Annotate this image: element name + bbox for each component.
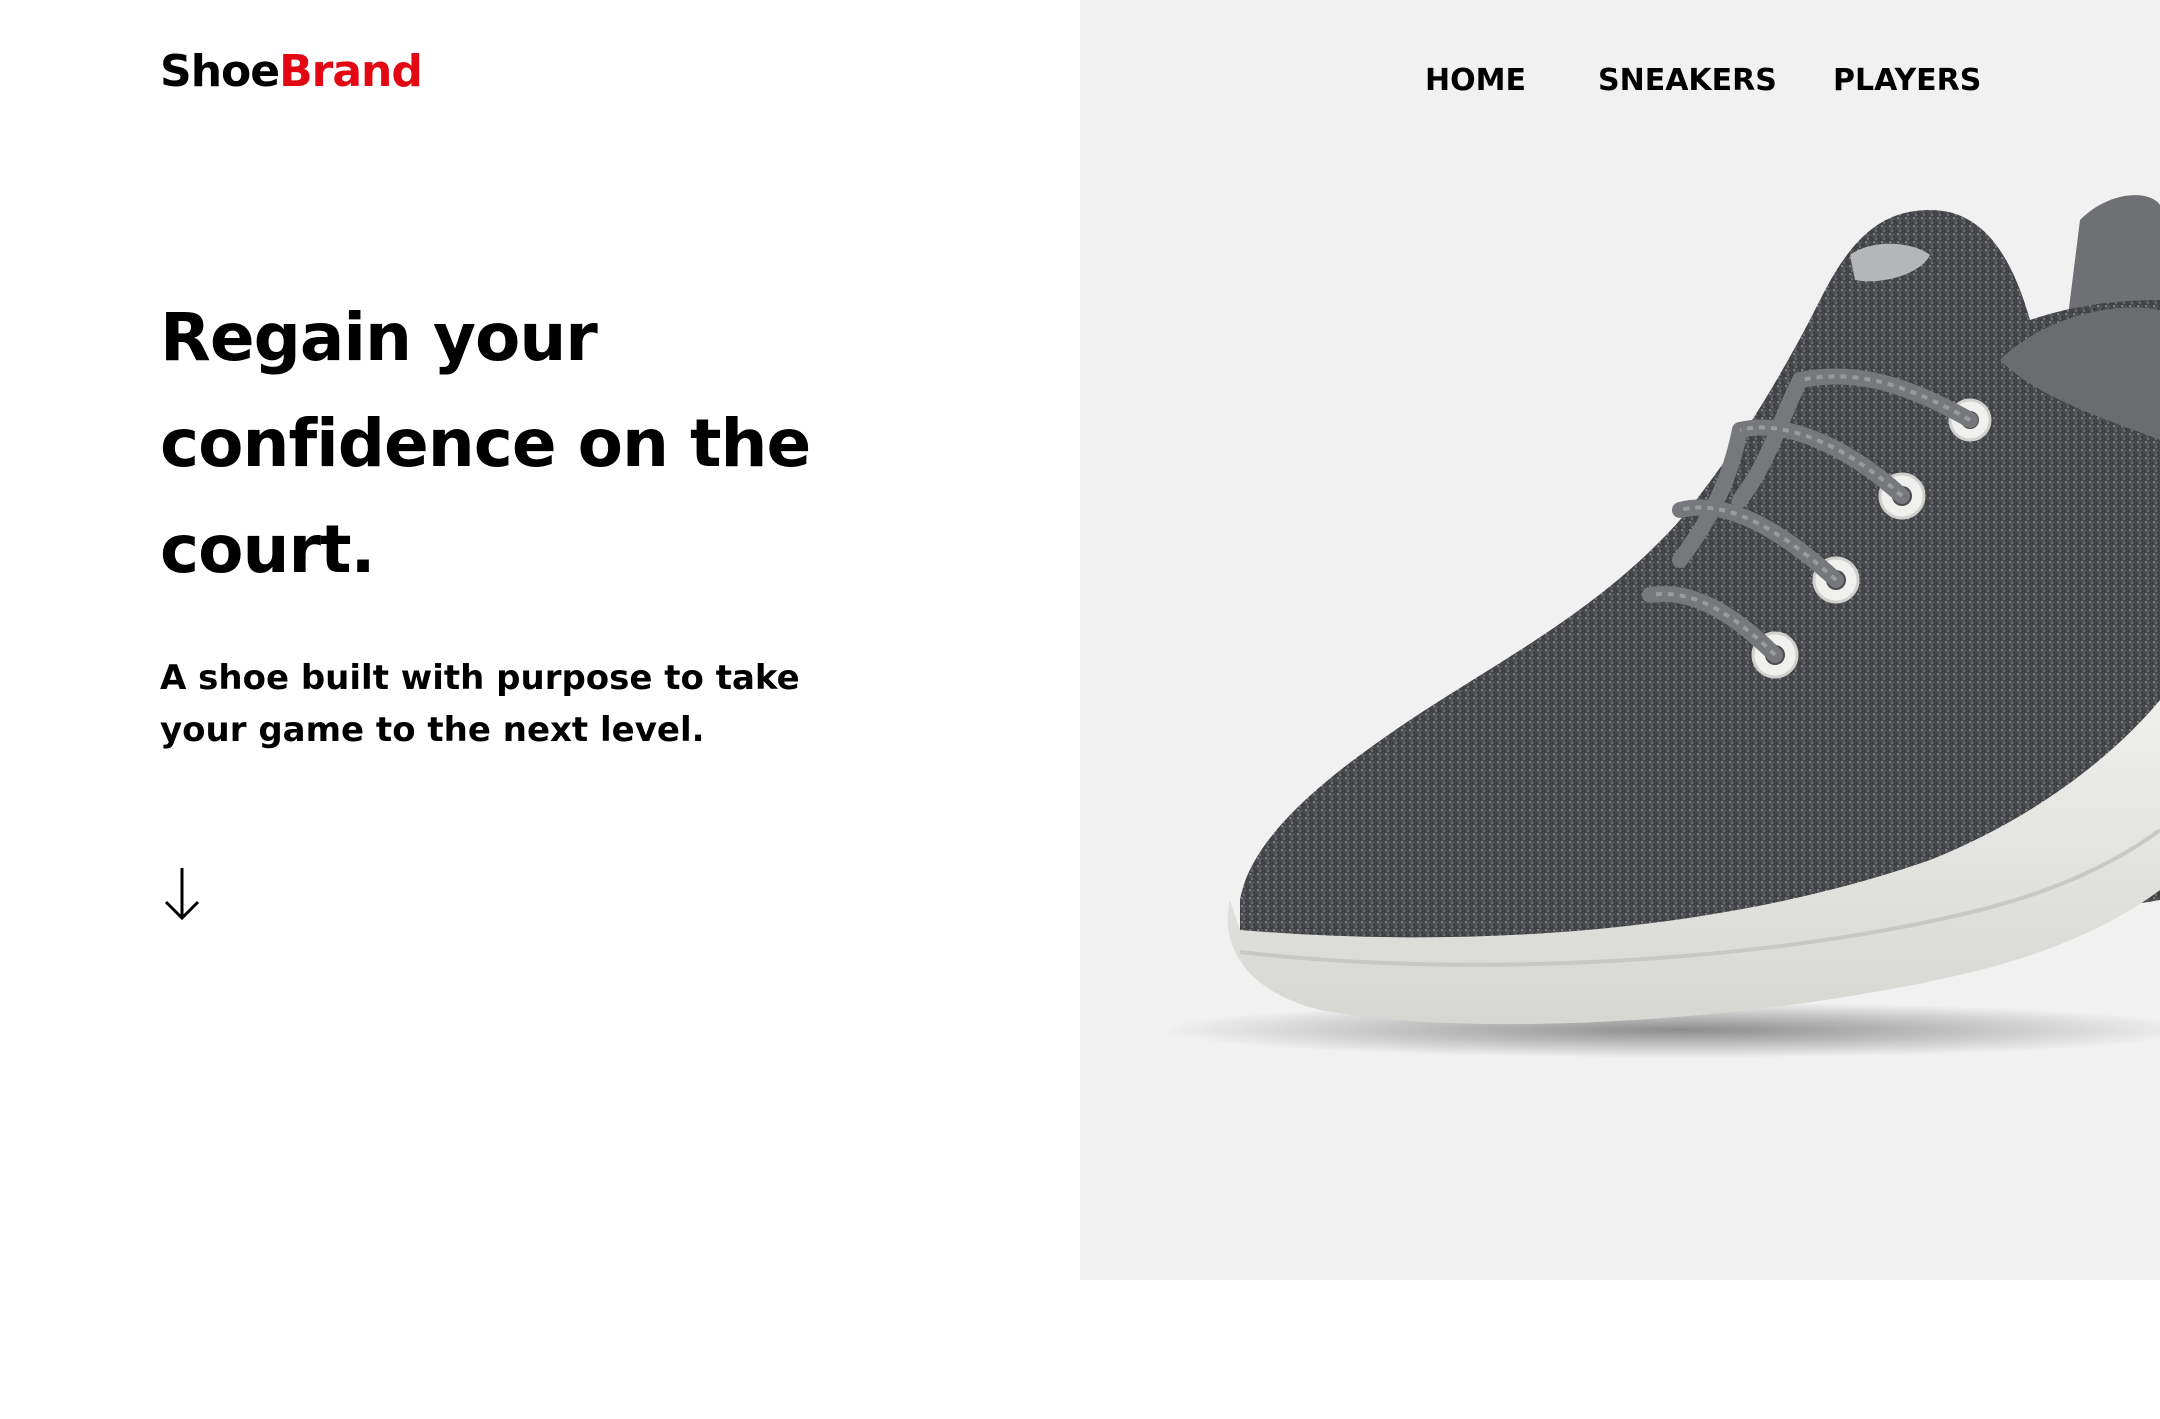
nav-link-players[interactable]: PLAYERS (1833, 66, 1981, 96)
nav-link-home[interactable]: HOME (1425, 66, 1526, 96)
main-nav: HOME SNEAKERS PLAYERS (0, 66, 2160, 106)
landing-page: ShoeBrand HOME SNEAKERS PLAYERS Regain y… (0, 0, 2160, 1419)
sneaker-image (1160, 195, 2160, 1058)
arrow-down-icon[interactable] (162, 866, 202, 922)
hero-headline: Regain your confidence on the court. (160, 299, 811, 588)
hero-subtitle: A shoe built with purpose to take your g… (160, 658, 800, 750)
hero-image-panel (1080, 0, 2160, 1280)
nav-link-sneakers[interactable]: SNEAKERS (1598, 66, 1777, 96)
